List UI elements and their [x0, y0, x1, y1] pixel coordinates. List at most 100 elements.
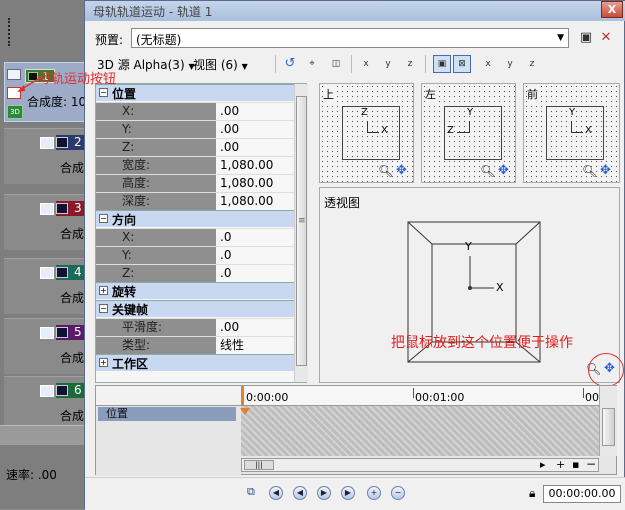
property-row: 平滑度: .00	[96, 318, 294, 337]
track-expand-icon[interactable]	[40, 327, 54, 339]
left-view-pane[interactable]: 左 Y Z 🔍︎ ✥	[421, 83, 516, 183]
track-color-icon	[56, 137, 68, 148]
properties-panel: − 位置 X: .00 Y: .00 Z: .00 宽度: 1,080.00 高度: 1,080.00…	[95, 83, 308, 383]
zoom-in-icon[interactable]: +	[556, 458, 565, 471]
property-key: 深度:	[96, 193, 216, 211]
minus-icon[interactable]: −	[586, 457, 596, 471]
property-value-field[interactable]: .00	[216, 121, 294, 139]
property-value-field[interactable]: .00	[216, 319, 294, 337]
timeline-track-area[interactable]	[240, 406, 599, 456]
track-header[interactable]: 4 合成	[4, 258, 90, 314]
zoom-out-icon[interactable]: ▪	[572, 458, 579, 471]
left-view-label: 左	[425, 86, 436, 102]
move-icon[interactable]: ✥	[498, 163, 509, 178]
object-space-icon[interactable]: ▣	[433, 55, 451, 73]
lock-icon[interactable]: 🔒︎	[529, 486, 535, 501]
collapse-icon[interactable]: −	[99, 88, 108, 97]
next-keyframe-icon[interactable]: ▶	[317, 486, 331, 500]
track-expand-icon[interactable]	[40, 385, 54, 397]
property-value-field[interactable]: .0	[216, 265, 294, 283]
window-titlebar[interactable]: 母轨轨道运动 - 轨道 1	[85, 1, 625, 21]
cube-icon[interactable]: ◫	[327, 55, 345, 73]
timeline-vertical-scrollbar[interactable]	[599, 386, 617, 456]
move-icon[interactable]: ✥	[600, 163, 611, 178]
property-group[interactable]: − 关键帧	[96, 300, 294, 317]
prev-keyframe-icon[interactable]: ◀	[293, 486, 307, 500]
expand-icon[interactable]: +	[99, 286, 108, 295]
timecode-field[interactable]: 00:00:00.00	[543, 485, 621, 503]
lock-x-icon[interactable]: x	[357, 55, 375, 73]
property-group[interactable]: − 位置	[96, 84, 294, 101]
expand-icon[interactable]: +	[99, 358, 108, 367]
property-value-field[interactable]: 1,080.00	[216, 175, 294, 193]
delete-preset-icon[interactable]: ✕	[597, 29, 615, 47]
property-group[interactable]: + 旋转	[96, 282, 294, 299]
property-group[interactable]: + 工作区	[96, 354, 294, 371]
preset-dropdown[interactable]: (无标题) ▼	[131, 28, 569, 48]
timeline-track-label[interactable]: 位置	[98, 407, 236, 421]
property-value-field[interactable]: .0	[216, 229, 294, 247]
property-row: 深度: 1,080.00	[96, 192, 294, 211]
collapse-icon[interactable]: −	[99, 214, 108, 223]
property-value-field[interactable]: 线性	[216, 337, 294, 355]
cube-y-icon[interactable]: y	[501, 55, 519, 73]
close-button[interactable]: X	[601, 1, 623, 18]
scrollbar-thumb[interactable]: |||	[244, 460, 274, 470]
top-view-label: 上	[323, 86, 334, 102]
properties-list: − 位置 X: .00 Y: .00 Z: .00 宽度: 1,080.00 高度: 1,080.00…	[96, 84, 294, 382]
track-number-label: 3	[74, 201, 82, 215]
toolbar-divider	[351, 55, 352, 73]
axis-label: Y	[467, 107, 474, 118]
property-group[interactable]: − 方向	[96, 210, 294, 227]
properties-scrollbar[interactable]: ≡	[294, 84, 308, 382]
track-color-icon	[56, 267, 68, 278]
property-value-field[interactable]: 1,080.00	[216, 193, 294, 211]
lock-y-icon[interactable]: y	[379, 55, 397, 73]
top-view-pane[interactable]: 上 Z X 🔍︎ ✥	[319, 83, 414, 183]
playhead-marker[interactable]	[241, 386, 244, 406]
cube-z-icon[interactable]: z	[523, 55, 541, 73]
undo-icon[interactable]: ↺	[281, 55, 299, 73]
timeline-ruler[interactable]: 0:00:00 00:01:00 00	[241, 386, 599, 406]
property-value-field[interactable]: .00	[216, 103, 294, 121]
property-value-field[interactable]: .0	[216, 247, 294, 265]
cube-x-icon[interactable]: x	[479, 55, 497, 73]
add-keyframe-icon[interactable]: +	[367, 486, 381, 500]
track-expand-icon[interactable]	[40, 203, 54, 215]
property-value-field[interactable]: 1,080.00	[216, 157, 294, 175]
zoom-icon[interactable]: 🔍︎	[378, 164, 393, 178]
track-header[interactable]: 5 合成	[4, 318, 90, 374]
scroll-right-icon[interactable]: ▸	[540, 458, 546, 471]
view-dropdown[interactable]: 视图 (6) ▼	[193, 56, 248, 73]
track-header[interactable]: 2 合成	[4, 128, 90, 184]
first-keyframe-icon[interactable]: ◀	[269, 486, 283, 500]
ruler-tick	[413, 388, 414, 398]
ruler-tick	[583, 388, 584, 398]
zoom-icon[interactable]: 🔍︎	[480, 164, 495, 178]
sync-cursor-icon[interactable]: ⧉	[247, 485, 261, 501]
last-keyframe-icon[interactable]: ▶	[341, 486, 355, 500]
scrollbar-thumb[interactable]	[296, 96, 307, 366]
track-expand-icon[interactable]	[40, 137, 54, 149]
scrollbar-thumb[interactable]	[602, 408, 615, 446]
delete-keyframe-icon[interactable]: −	[391, 486, 405, 500]
track-header[interactable]: 3 合成	[4, 194, 90, 250]
property-group-label: 旋转	[112, 285, 137, 299]
parent-space-icon[interactable]: ⊠	[453, 55, 471, 73]
window-title: 母轨轨道运动 - 轨道 1	[93, 5, 213, 19]
keyframe-marker[interactable]	[240, 408, 250, 415]
timeline-horizontal-scrollbar[interactable]: ||| ▸ + ▪ −	[241, 457, 599, 472]
zoom-icon[interactable]: 🔍︎	[582, 164, 597, 178]
front-view-pane[interactable]: 前 Y X 🔍︎ ✥	[523, 83, 620, 183]
collapse-icon[interactable]: −	[99, 304, 108, 313]
pick-tool-icon[interactable]: ⌖	[303, 55, 321, 73]
property-value-field[interactable]: .00	[216, 139, 294, 157]
track-header[interactable]: 6 合成	[4, 376, 90, 432]
move-icon[interactable]: ✥	[396, 163, 407, 178]
property-row: 宽度: 1,080.00	[96, 156, 294, 175]
save-preset-icon[interactable]: ▣	[577, 29, 595, 47]
track-expand-icon[interactable]	[40, 267, 54, 279]
grip-handle[interactable]	[8, 18, 10, 46]
perspective-view-pane[interactable]: 透视图 Y X 🔍︎ ✥	[319, 187, 620, 383]
lock-z-icon[interactable]: z	[401, 55, 419, 73]
